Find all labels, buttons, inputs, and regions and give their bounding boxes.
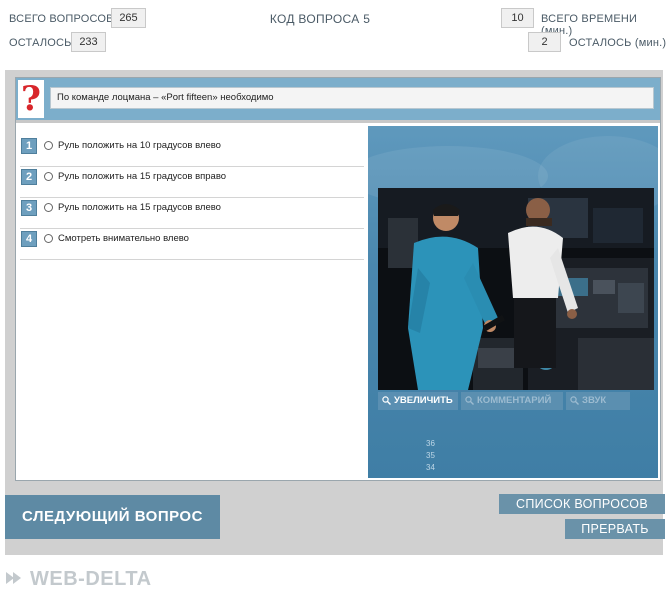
abort-button[interactable]: ПРЕРВАТЬ bbox=[565, 519, 665, 539]
zoom-label: УВЕЛИЧИТЬ bbox=[394, 395, 453, 406]
answer-label: Смотреть внимательно влево bbox=[58, 233, 189, 244]
question-text: По команде лоцмана – «Port fifteen» необ… bbox=[50, 87, 654, 109]
sound-button[interactable]: ЗВУК bbox=[566, 392, 630, 410]
question-photo bbox=[378, 188, 654, 390]
answer-option-4[interactable]: 4 Смотреть внимательно влево bbox=[20, 229, 364, 260]
answer-radio-3[interactable] bbox=[44, 203, 53, 212]
question-bar: ? По команде лоцмана – «Port fifteen» не… bbox=[16, 78, 660, 123]
answer-radio-1[interactable] bbox=[44, 141, 53, 150]
decorative-scale-numbers: 36 35 34 bbox=[426, 438, 435, 474]
answer-number: 1 bbox=[21, 138, 37, 154]
question-mark-icon: ? bbox=[21, 80, 41, 118]
logo-text: WEB-DELTA bbox=[30, 568, 152, 590]
scale-number: 35 bbox=[426, 451, 435, 460]
answer-number: 3 bbox=[21, 200, 37, 216]
question-code-title: КОД ВОПРОСА 5 bbox=[269, 12, 371, 26]
answer-option-3[interactable]: 3 Руль положить на 15 градусов влево bbox=[20, 198, 364, 229]
comment-button[interactable]: КОММЕНТАРИЙ bbox=[461, 392, 563, 410]
answer-option-2[interactable]: 2 Руль положить на 15 градусов вправо bbox=[20, 167, 364, 198]
answer-number: 2 bbox=[21, 169, 37, 185]
magnifier-icon bbox=[465, 396, 474, 405]
answer-label: Руль положить на 10 градусов влево bbox=[58, 140, 221, 151]
scale-number: 34 bbox=[426, 463, 435, 472]
magnifier-icon bbox=[382, 396, 391, 405]
answer-list: 1 Руль положить на 10 градусов влево 2 Р… bbox=[20, 136, 364, 260]
answer-label: Руль положить на 15 градусов влево bbox=[58, 202, 221, 213]
zoom-button[interactable]: УВЕЛИЧИТЬ bbox=[378, 392, 458, 410]
bridge-scene-illustration bbox=[378, 188, 654, 390]
answer-number: 4 bbox=[21, 231, 37, 247]
total-questions-label: ВСЕГО ВОПРОСОВ bbox=[9, 13, 114, 25]
remaining-questions-label: ОСТАЛОСЬ bbox=[9, 37, 72, 49]
media-controls: УВЕЛИЧИТЬ КОММЕНТАРИЙ ЗВУК bbox=[378, 392, 654, 410]
question-panel: ? По команде лоцмана – «Port fifteen» не… bbox=[15, 77, 661, 481]
answer-option-1[interactable]: 1 Руль положить на 10 градусов влево bbox=[20, 136, 364, 167]
svg-text:?: ? bbox=[21, 80, 41, 118]
web-delta-logo-icon bbox=[6, 572, 21, 584]
total-questions-value: 265 bbox=[111, 8, 146, 28]
question-list-button[interactable]: СПИСОК ВОПРОСОВ bbox=[499, 494, 665, 514]
total-time-value: 10 bbox=[501, 8, 534, 28]
time-left-value: 2 bbox=[528, 32, 561, 52]
question-frame: ? По команде лоцмана – «Port fifteen» не… bbox=[5, 70, 663, 555]
sound-label: ЗВУК bbox=[582, 395, 607, 406]
answer-radio-2[interactable] bbox=[44, 172, 53, 181]
remaining-questions-value: 233 bbox=[71, 32, 106, 52]
media-panel: УВЕЛИЧИТЬ КОММЕНТАРИЙ ЗВУК 36 35 34 bbox=[368, 126, 658, 478]
scale-number: 36 bbox=[426, 439, 435, 448]
question-icon-box: ? bbox=[18, 80, 44, 118]
magnifier-icon bbox=[570, 396, 579, 405]
next-question-button[interactable]: СЛЕДУЮЩИЙ ВОПРОС bbox=[5, 495, 220, 539]
time-left-label: ОСТАЛОСЬ (мин.) bbox=[569, 37, 667, 49]
web-delta-logo: WEB-DELTA bbox=[6, 568, 152, 596]
comment-label: КОММЕНТАРИЙ bbox=[477, 395, 552, 406]
answer-radio-4[interactable] bbox=[44, 234, 53, 243]
answer-label: Руль положить на 15 градусов вправо bbox=[58, 171, 227, 182]
